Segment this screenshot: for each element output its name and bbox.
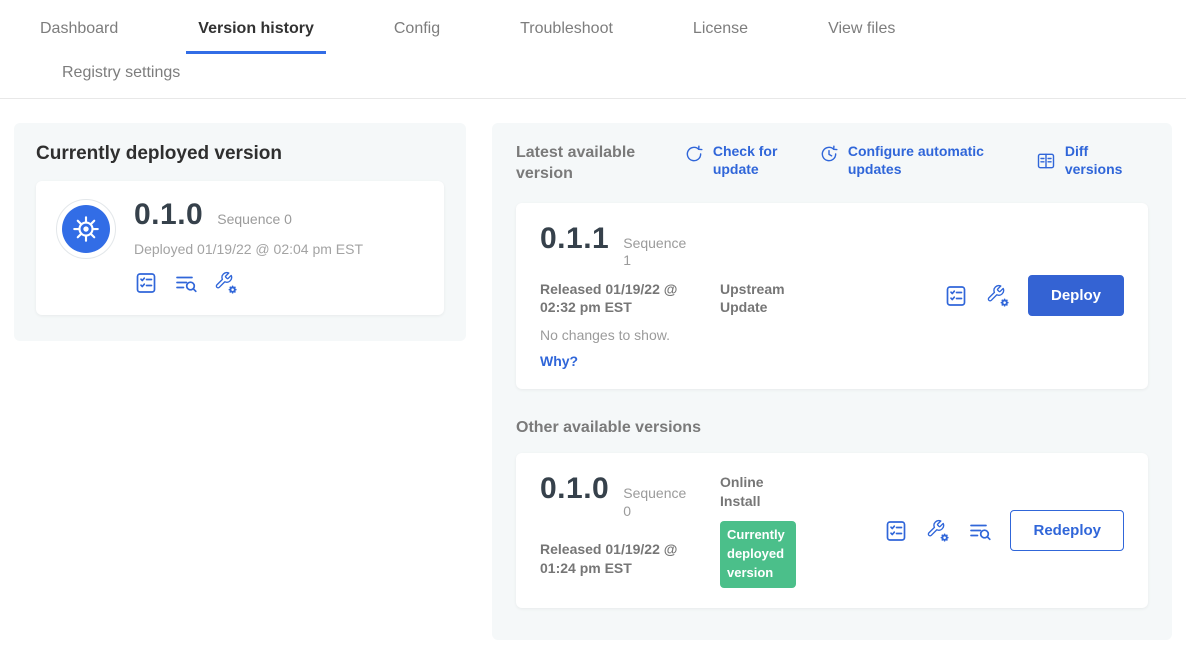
edit-config-icon[interactable] [986,284,1010,308]
other-versions-title: Other available versions [516,419,1148,437]
tab-dashboard[interactable]: Dashboard [28,4,130,54]
latest-version-line: 0.1.1 Sequence 1 [540,223,870,270]
main-content: Currently deployed version 0.1.0 Sequenc… [0,99,1186,664]
app-icon-ring [56,199,116,259]
diff-icon [1036,151,1056,171]
other-source-block: Online Install Currently deployed versio… [720,473,880,587]
latest-version-title: Latest available version [516,143,664,185]
why-link[interactable]: Why? [540,353,870,369]
top-navigation: Dashboard Version history Config Trouble… [0,0,1186,99]
other-released-timestamp: Released 01/19/22 @ 01:24 pm EST [540,540,702,588]
configure-automatic-updates-label: Configure automatic updates [848,143,1006,178]
latest-version-number: 0.1.1 [540,223,609,255]
release-notes-icon[interactable] [884,519,908,543]
latest-released-timestamp: Released 01/19/22 @ 02:32 pm EST [540,280,702,318]
edit-config-icon[interactable] [214,271,238,295]
latest-card-actions: Deploy [944,275,1124,316]
schedule-icon [819,144,839,164]
currently-deployed-badge: Currently deployed version [720,521,796,588]
latest-version-source: Upstream Update [720,280,804,318]
current-version-number: 0.1.0 [134,199,203,231]
deploy-button[interactable]: Deploy [1028,275,1124,316]
tab-license[interactable]: License [681,4,760,54]
tab-troubleshoot[interactable]: Troubleshoot [508,4,625,54]
current-deployed-timestamp: Deployed 01/19/22 @ 02:04 pm EST [134,241,363,257]
nav-tab-row-1: Dashboard Version history Config Trouble… [0,4,1186,54]
other-card-actions: Redeploy [884,510,1124,551]
latest-version-card: 0.1.1 Sequence 1 Released 01/19/22 @ 02:… [516,203,1148,390]
latest-version-header: Latest available version Check for updat… [516,143,1148,185]
available-versions-panel: Latest available version Check for updat… [492,123,1172,640]
refresh-icon [684,144,704,164]
current-version-details: 0.1.0 Sequence 0 Deployed 01/19/22 @ 02:… [134,199,363,295]
other-version-number: 0.1.0 [540,473,609,505]
kubernetes-wheel-icon [62,205,110,253]
deploy-logs-icon[interactable] [968,519,992,543]
check-for-update-link[interactable]: Check for update [684,143,789,178]
edit-config-icon[interactable] [926,519,950,543]
nav-tab-row-2: Registry settings [0,54,1186,98]
tab-version-history[interactable]: Version history [186,4,326,54]
tab-registry-settings[interactable]: Registry settings [50,54,192,98]
current-sequence-label: Sequence 0 [217,211,292,229]
other-version-card: 0.1.0 Sequence 0 Released 01/19/22 @ 01:… [516,453,1148,607]
current-card-actions [134,271,363,295]
no-changes-text: No changes to show. [540,327,870,343]
redeploy-button[interactable]: Redeploy [1010,510,1124,551]
latest-sequence-label: Sequence 1 [623,235,687,270]
release-notes-icon[interactable] [944,284,968,308]
diff-versions-link[interactable]: Diff versions [1036,143,1148,178]
release-notes-icon[interactable] [134,271,158,295]
tab-config[interactable]: Config [382,4,452,54]
check-for-update-label: Check for update [713,143,789,178]
currently-deployed-card: 0.1.0 Sequence 0 Deployed 01/19/22 @ 02:… [36,181,444,315]
other-sequence-label: Sequence 0 [623,485,687,520]
currently-deployed-panel: Currently deployed version 0.1.0 Sequenc… [14,123,466,341]
deploy-logs-icon[interactable] [174,271,198,295]
configure-automatic-updates-link[interactable]: Configure automatic updates [819,143,1006,178]
currently-deployed-title: Currently deployed version [36,143,444,165]
tab-view-files[interactable]: View files [816,4,907,54]
diff-versions-label: Diff versions [1065,143,1148,178]
other-version-line: 0.1.0 Sequence 0 [540,473,720,530]
other-version-source: Online Install [720,473,804,511]
